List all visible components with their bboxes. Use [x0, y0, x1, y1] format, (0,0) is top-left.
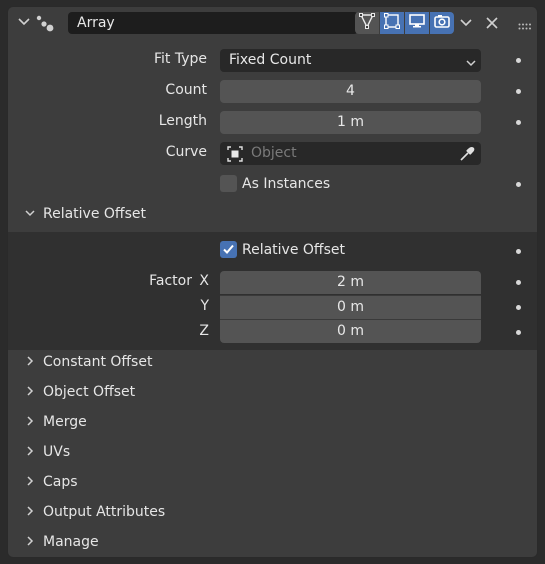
collapse-chevron-icon[interactable]	[17, 15, 31, 33]
constant-offset-header[interactable]: Constant Offset	[8, 347, 537, 377]
factor-z-keyframe-dot[interactable]	[516, 330, 521, 335]
close-icon[interactable]	[485, 16, 499, 34]
curve-placeholder: Object	[251, 145, 297, 161]
length-label: Length	[158, 113, 207, 129]
section-label: Output Attributes	[43, 504, 166, 520]
chevron-right-icon	[24, 385, 36, 401]
curve-object-field[interactable]: Object	[220, 142, 481, 165]
chevron-right-icon	[24, 475, 36, 491]
render-icon	[433, 12, 451, 34]
factor-x-label: X	[199, 273, 209, 289]
as-instances-label: As Instances	[242, 176, 331, 192]
chevron-right-icon	[24, 535, 36, 551]
relative-offset-enabled-label: Relative Offset	[242, 242, 345, 258]
relative-offset-subpanel: Relative Offset Factor X 2 m Y 0 m Z 0 m	[8, 232, 537, 350]
fit-type-keyframe-dot[interactable]	[516, 58, 521, 63]
section-label: Caps	[43, 474, 78, 490]
editmode-icon	[358, 12, 376, 34]
factor-y-field[interactable]: 0 m	[220, 295, 481, 319]
section-label: Constant Offset	[43, 354, 153, 370]
length-field[interactable]: 1 m	[220, 111, 481, 134]
object-offset-header[interactable]: Object Offset	[8, 377, 537, 407]
editmode-toggle[interactable]	[355, 12, 379, 34]
eyedropper-icon[interactable]	[458, 145, 476, 171]
output-attributes-header[interactable]: Output Attributes	[8, 497, 537, 527]
array-modifier-panel: Array Fit Type Fixed Count Count 4 Lengt…	[7, 6, 538, 558]
chevron-right-icon	[24, 505, 36, 521]
as-instances-checkbox[interactable]	[220, 175, 237, 192]
fit-type-dropdown[interactable]: Fixed Count	[220, 49, 481, 72]
object-icon	[226, 145, 244, 171]
checkmark-icon	[221, 242, 236, 261]
chevron-right-icon	[24, 445, 36, 461]
manage-header[interactable]: Manage	[8, 527, 537, 557]
factor-x-keyframe-dot[interactable]	[516, 280, 521, 285]
count-label: Count	[165, 82, 207, 98]
section-label: Merge	[43, 414, 87, 430]
cage-toggle[interactable]	[380, 12, 404, 34]
factor-y-keyframe-dot[interactable]	[516, 305, 521, 310]
realtime-toggle[interactable]	[405, 12, 429, 34]
section-label: Object Offset	[43, 384, 136, 400]
array-modifier-icon	[35, 13, 55, 37]
merge-header[interactable]: Merge	[8, 407, 537, 437]
factor-x-field[interactable]: 2 m	[220, 271, 481, 294]
curve-label: Curve	[165, 144, 207, 160]
length-keyframe-dot[interactable]	[516, 120, 521, 125]
fit-type-value: Fixed Count	[229, 52, 312, 68]
relative-offset-checkbox[interactable]	[220, 241, 237, 258]
cage-icon	[383, 12, 401, 34]
chevron-right-icon	[24, 415, 36, 431]
count-keyframe-dot[interactable]	[516, 89, 521, 94]
caps-header[interactable]: Caps	[8, 467, 537, 497]
relative-offset-section-label: Relative Offset	[43, 206, 146, 222]
relative-offset-keyframe-dot[interactable]	[516, 249, 521, 254]
modifier-menu-chevron-icon[interactable]	[459, 16, 473, 34]
factor-z-label: Z	[199, 323, 209, 339]
factor-z-field[interactable]: 0 m	[220, 319, 481, 343]
relative-offset-header[interactable]: Relative Offset	[8, 199, 537, 229]
chevron-right-icon	[24, 355, 36, 371]
section-label: UVs	[43, 444, 71, 460]
factor-y-label: Y	[200, 298, 209, 314]
as-instances-keyframe-dot[interactable]	[516, 182, 521, 187]
chevron-down-icon	[24, 207, 36, 223]
factor-label: Factor	[149, 273, 192, 289]
section-label: Manage	[43, 534, 99, 550]
fit-type-label: Fit Type	[153, 51, 207, 67]
uvs-header[interactable]: UVs	[8, 437, 537, 467]
realtime-icon	[408, 12, 426, 34]
render-toggle[interactable]	[430, 12, 454, 34]
count-field[interactable]: 4	[220, 80, 481, 103]
drag-handle-icon[interactable]	[518, 19, 532, 35]
chevron-down-icon	[465, 54, 477, 77]
modifier-name-field[interactable]: Array	[68, 12, 358, 34]
